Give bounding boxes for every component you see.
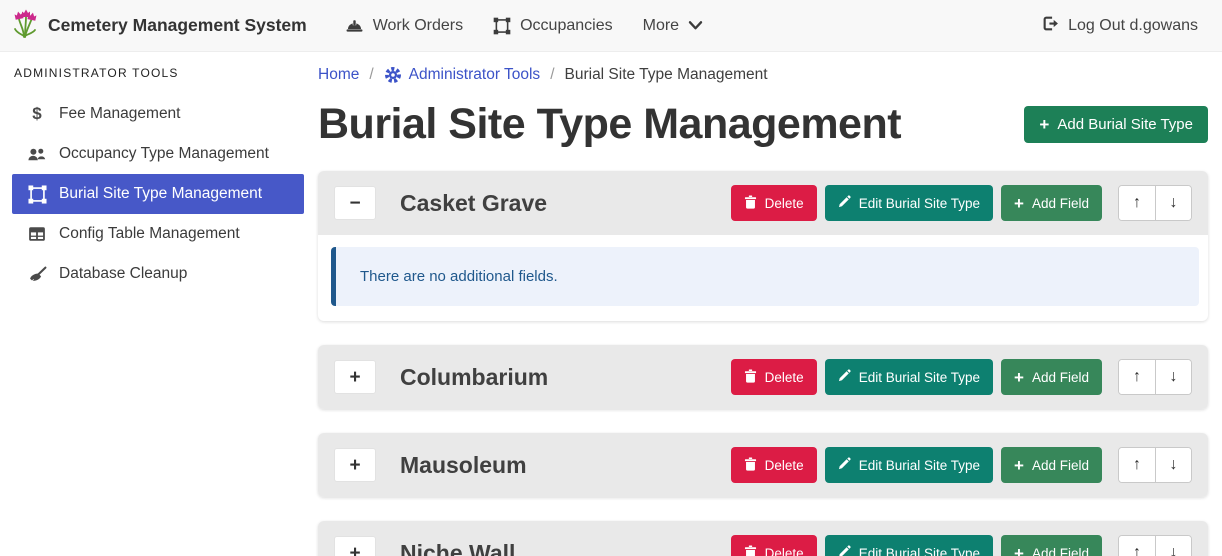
chevron-down-icon <box>688 20 703 31</box>
plus-icon: + <box>1014 195 1024 212</box>
move-down-button[interactable]: ↓ <box>1155 360 1191 394</box>
move-up-button[interactable]: ↑ <box>1119 360 1155 394</box>
breadcrumb: Home / Administrator Tools / Burial Site Typ… <box>318 66 1208 84</box>
panel-toggle-button[interactable]: + <box>334 448 376 482</box>
plus-icon: + <box>1014 545 1024 556</box>
panel-header: − Casket Grave Delete Edit Burial Site T… <box>318 171 1208 235</box>
broom-icon <box>27 266 47 283</box>
panel-actions: Delete Edit Burial Site Type + Add Field… <box>731 185 1192 221</box>
panel-actions: Delete Edit Burial Site Type + Add Field… <box>731 447 1192 483</box>
dollar-icon: $ <box>27 104 47 124</box>
panel-title: Columbarium <box>400 364 548 391</box>
edit-burial-site-type-button[interactable]: Edit Burial Site Type <box>825 535 993 556</box>
reorder-buttons: ↑ ↓ <box>1118 185 1192 221</box>
add-burial-site-type-button[interactable]: + Add Burial Site Type <box>1024 106 1208 143</box>
main-content: Home / Administrator Tools / Burial Site Typ… <box>318 52 1222 556</box>
delete-button[interactable]: Delete <box>731 535 817 556</box>
sidebar-item-burial-site-type-management[interactable]: Burial Site Type Management <box>12 174 304 214</box>
panel-title: Casket Grave <box>400 190 547 217</box>
panel-title: Niche Wall <box>400 540 515 556</box>
panel-toggle-button[interactable]: + <box>334 536 376 556</box>
plus-icon: + <box>1039 116 1049 133</box>
panel-body: There are no additional fields. <box>318 235 1208 321</box>
edit-burial-site-type-button[interactable]: Edit Burial Site Type <box>825 359 993 395</box>
pencil-icon <box>838 369 851 385</box>
nav-item-occupancies[interactable]: Occupancies <box>493 17 613 35</box>
reorder-buttons: ↑ ↓ <box>1118 447 1192 483</box>
move-up-button[interactable]: ↑ <box>1119 536 1155 556</box>
move-up-button[interactable]: ↑ <box>1119 448 1155 482</box>
edit-burial-site-type-button[interactable]: Edit Burial Site Type <box>825 447 993 483</box>
nav-item-work-orders[interactable]: Work Orders <box>345 17 463 35</box>
table-icon <box>27 226 47 242</box>
add-field-button[interactable]: + Add Field <box>1001 359 1102 395</box>
breadcrumb-item-home[interactable]: Home <box>318 66 359 84</box>
trash-icon <box>744 545 757 556</box>
title-row: Burial Site Type Management + Add Burial… <box>318 100 1208 149</box>
plus-icon: + <box>1014 457 1024 474</box>
logout-label: Log Out d.gowans <box>1068 17 1198 35</box>
app-title: Cemetery Management System <box>48 15 307 36</box>
sidebar-item-config-table-management[interactable]: Config Table Management <box>12 214 304 254</box>
sidebar-item-occupancy-type-management[interactable]: Occupancy Type Management <box>12 134 304 174</box>
sidebar-item-database-cleanup[interactable]: Database Cleanup <box>12 254 304 294</box>
object-group-icon <box>27 185 47 204</box>
panel-header: + Niche Wall Delete Edit Burial Site Typ… <box>318 521 1208 556</box>
users-icon <box>27 146 47 162</box>
occupancy-frame-icon <box>493 17 511 35</box>
sidebar: ADMINISTRATOR TOOLS $ Fee Management Occ… <box>0 52 318 294</box>
add-field-button[interactable]: + Add Field <box>1001 185 1102 221</box>
add-field-button[interactable]: + Add Field <box>1001 447 1102 483</box>
move-down-button[interactable]: ↓ <box>1155 186 1191 220</box>
plus-icon: + <box>1014 369 1024 386</box>
reorder-buttons: ↑ ↓ <box>1118 359 1192 395</box>
move-down-button[interactable]: ↓ <box>1155 536 1191 556</box>
main-nav: Work Orders Occupancies More <box>345 17 703 35</box>
pencil-icon <box>838 195 851 211</box>
sidebar-item-fee-management[interactable]: $ Fee Management <box>12 94 304 134</box>
panel-niche-wall: + Niche Wall Delete Edit Burial Site Typ… <box>318 521 1208 556</box>
panel-casket-grave: − Casket Grave Delete Edit Burial Site T… <box>318 171 1208 321</box>
page-title: Burial Site Type Management <box>318 100 901 149</box>
move-up-button[interactable]: ↑ <box>1119 186 1155 220</box>
trash-icon <box>744 195 757 212</box>
logout-button[interactable]: Log Out d.gowans <box>1042 15 1198 37</box>
panel-actions: Delete Edit Burial Site Type + Add Field… <box>731 359 1192 395</box>
burial-site-type-panels: − Casket Grave Delete Edit Burial Site T… <box>318 171 1208 556</box>
sidebar-nav: $ Fee Management Occupancy Type Manageme… <box>12 94 304 294</box>
move-down-button[interactable]: ↓ <box>1155 448 1191 482</box>
panel-header: + Columbarium Delete Edit Burial Site Ty… <box>318 345 1208 409</box>
breadcrumb-separator: / <box>369 66 373 84</box>
panel-toggle-button[interactable]: + <box>334 360 376 394</box>
no-fields-alert: There are no additional fields. <box>331 247 1199 306</box>
breadcrumb-item-administrator-tools[interactable]: Administrator Tools <box>384 66 541 84</box>
sidebar-heading: ADMINISTRATOR TOOLS <box>12 66 304 80</box>
nav-item-more[interactable]: More <box>643 17 703 35</box>
delete-button[interactable]: Delete <box>731 359 817 395</box>
brand[interactable]: Cemetery Management System <box>12 8 307 43</box>
reorder-buttons: ↑ ↓ <box>1118 535 1192 556</box>
logout-icon <box>1042 15 1059 37</box>
top-navbar: Cemetery Management System Work Orders O… <box>0 0 1222 52</box>
delete-button[interactable]: Delete <box>731 185 817 221</box>
delete-button[interactable]: Delete <box>731 447 817 483</box>
trash-icon <box>744 369 757 386</box>
add-field-button[interactable]: + Add Field <box>1001 535 1102 556</box>
breadcrumb-item-burial-site-type-management: Burial Site Type Management <box>565 66 768 84</box>
edit-burial-site-type-button[interactable]: Edit Burial Site Type <box>825 185 993 221</box>
panel-title: Mausoleum <box>400 452 527 479</box>
trash-icon <box>744 457 757 474</box>
breadcrumb-separator: / <box>550 66 554 84</box>
pencil-icon <box>838 457 851 473</box>
pencil-icon <box>838 545 851 556</box>
add-burial-site-type-label: Add Burial Site Type <box>1057 116 1193 133</box>
gear-icon <box>384 66 402 84</box>
panel-toggle-button[interactable]: − <box>334 186 376 220</box>
panel-mausoleum: + Mausoleum Delete Edit Burial Site Type… <box>318 433 1208 497</box>
hard-hat-icon <box>345 18 364 34</box>
panel-actions: Delete Edit Burial Site Type + Add Field… <box>731 535 1192 556</box>
panel-columbarium: + Columbarium Delete Edit Burial Site Ty… <box>318 345 1208 409</box>
panel-header: + Mausoleum Delete Edit Burial Site Type… <box>318 433 1208 497</box>
tulip-logo-icon <box>12 8 38 43</box>
